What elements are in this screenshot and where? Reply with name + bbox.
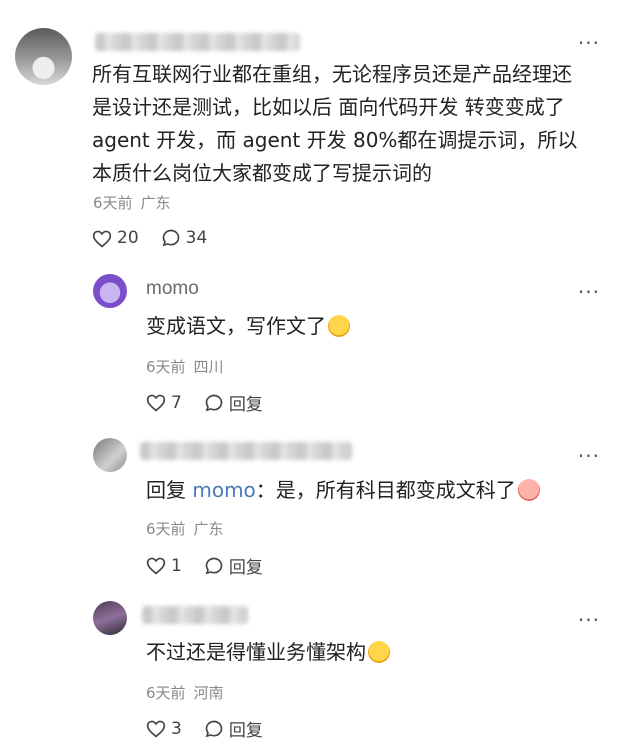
comment-bubble-icon [162,229,179,247]
heart-icon [146,557,166,575]
main-comment: ··· 所有互联网行业都在重组，无论程序员还是产品经理还 是设计还是测试，比如以… [0,0,624,260]
comment-bubble-icon [205,720,223,737]
reply-meta: 6天前 广东 [146,518,224,539]
username-blurred[interactable] [140,442,352,460]
reply-location: 四川 [193,358,224,376]
mention-link[interactable]: momo [192,478,255,502]
heart-icon [92,230,112,247]
comment-actions: 20 34 [92,228,229,248]
user-avatar-icon[interactable] [93,438,127,472]
laugh-emoji-icon [368,641,390,663]
reply-text: 回复 momo：是，所有科目都变成文科了 [146,474,540,507]
reply-button[interactable]: 回复 [204,390,263,415]
reply-item: ··· 回复 momo：是，所有科目都变成文科了 6天前 广东 1 回复 [0,424,624,584]
like-count: 20 [117,228,139,248]
more-options-icon[interactable]: ··· [578,282,600,302]
more-options-icon[interactable]: ··· [578,446,600,466]
reply-label: 回复 [228,721,263,741]
reply-text: 不过还是得懂业务懂架构 [146,636,390,669]
reply-text: 变成语文，写作文了 [146,310,350,343]
like-count: 1 [171,555,182,576]
comment-bubble-icon [205,394,223,411]
reply-actions: 1 回复 [146,553,285,578]
comment-count-button[interactable]: 34 [161,228,208,248]
reply-item: momo ··· 变成语文，写作文了 6天前 四川 7 回复 [0,260,624,420]
laugh-emoji-icon [328,315,350,337]
reply-button[interactable]: 回复 [204,553,263,578]
reply-actions: 3 回复 [146,716,285,741]
comment-meta: 6天前 广东 [93,192,171,213]
more-options-icon[interactable]: ··· [578,33,600,53]
like-button[interactable]: 7 [146,393,182,413]
reply-text-content: 不过还是得懂业务懂架构 [146,640,366,664]
reply-time: 6天前 [146,520,186,538]
reply-label: 回复 [228,395,263,415]
comment-bubble-icon [205,557,223,574]
username-blurred[interactable] [142,606,248,624]
reply-meta: 6天前 四川 [146,356,224,377]
reply-prefix: 回复 [146,478,186,502]
comment-time: 6天前 [93,194,133,212]
like-button[interactable]: 3 [146,719,182,739]
reply-time: 6天前 [146,358,186,376]
comment-text-line: agent 开发，而 agent 开发 80%都在调提示词，所以 [92,128,578,152]
reply-username[interactable]: momo [146,278,199,300]
like-count: 3 [171,718,182,739]
comment-count: 34 [185,228,208,248]
comment-text-line: 本质什么岗位大家都变成了写提示词的 [92,161,432,185]
user-avatar-icon[interactable] [15,28,72,85]
cry-laugh-emoji-icon [517,479,540,501]
like-button[interactable]: 20 [92,228,139,248]
comment-text-line: 是设计还是测试，比如以后 面向代码开发 转变变成了 [92,95,565,119]
username-blurred[interactable] [95,33,300,51]
reply-text-content: ：是，所有科目都变成文科了 [255,478,516,502]
user-avatar-icon[interactable] [93,274,127,308]
reply-meta: 6天前 河南 [146,682,224,703]
comment-text-line: 所有互联网行业都在重组，无论程序员还是产品经理还 [92,62,572,86]
reply-time: 6天前 [146,684,186,702]
reply-text-content: 变成语文，写作文了 [146,314,326,338]
like-button[interactable]: 1 [146,556,182,576]
heart-icon [146,720,166,738]
comment-text: 所有互联网行业都在重组，无论程序员还是产品经理还 是设计还是测试，比如以后 面向… [92,58,602,190]
reply-item: ··· 不过还是得懂业务懂架构 6天前 河南 3 回复 [0,588,624,753]
like-count: 7 [171,392,182,413]
user-avatar-icon[interactable] [93,601,127,635]
reply-label: 回复 [228,558,263,578]
reply-location: 河南 [193,684,224,702]
reply-button[interactable]: 回复 [204,716,263,741]
comment-location: 广东 [140,194,171,212]
more-options-icon[interactable]: ··· [578,610,600,630]
reply-actions: 7 回复 [146,390,285,415]
heart-icon [146,394,166,412]
reply-location: 广东 [193,520,224,538]
